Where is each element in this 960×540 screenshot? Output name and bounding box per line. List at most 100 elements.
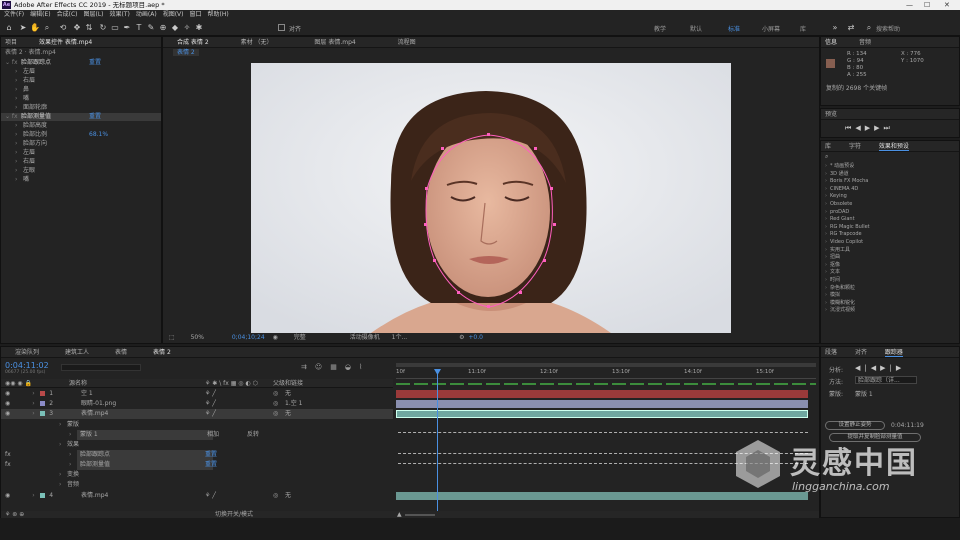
expand-icon[interactable]: › [15, 176, 23, 184]
align-checkbox[interactable] [278, 24, 285, 31]
analyze-backward-icon[interactable]: ◀ [871, 364, 880, 372]
timeline-search-input[interactable] [61, 364, 141, 371]
visibility-eye-icon[interactable]: ◉ [5, 390, 10, 397]
layer-row[interactable]: ◉ › 3 表情.mp4 ⚘ ╱ ◎ 无 [1, 409, 393, 419]
tab-character[interactable]: 字符 [849, 143, 861, 150]
fx-icon[interactable]: fx [5, 450, 11, 460]
pick-whip-icon[interactable]: ◎ [273, 389, 278, 399]
layer-name[interactable]: 表情.mp4 [81, 491, 108, 501]
expand-icon[interactable]: › [32, 491, 40, 501]
expand-icon[interactable]: › [15, 86, 23, 94]
views-select[interactable]: 1个... [392, 334, 408, 341]
snapshot-icon[interactable]: ◉ [273, 334, 278, 341]
property-row[interactable]: › 效果 [1, 440, 393, 450]
effect-row[interactable]: › 嘴 [1, 176, 161, 184]
mask-mode-select[interactable]: 相加 [207, 430, 219, 440]
effect-row[interactable]: › 右眉 [1, 77, 161, 85]
puppet-tool-icon[interactable]: ✱ [194, 23, 204, 33]
menu-item-8[interactable]: 帮助(H) [208, 11, 229, 18]
tab-audio[interactable]: 音频 [859, 39, 871, 46]
expand-icon[interactable]: › [59, 470, 67, 480]
layer-row[interactable]: ◉ › 4 表情.mp4 ⚘ ╱ ◎ 无 [1, 491, 393, 501]
expand-icon[interactable]: › [15, 131, 23, 139]
property-row[interactable]: fx › 脸部跟踪点 重置 [1, 450, 393, 460]
timeline-tab[interactable]: 建筑工人 [65, 349, 89, 356]
effect-row[interactable]: ⌄ fx 脸部跟踪点 重置 [1, 59, 161, 67]
orbit-tool-icon[interactable]: ⟲ [58, 23, 68, 33]
label-color-swatch[interactable] [40, 401, 46, 406]
property-row[interactable]: › 蒙版 1 相加 反转 [1, 430, 393, 440]
property-row[interactable]: › 变换 [1, 470, 393, 480]
brush-tool-icon[interactable]: ✎ [146, 23, 156, 33]
tab-libraries[interactable]: 库 [825, 143, 831, 150]
menu-item-2[interactable]: 合成(C) [57, 11, 78, 18]
effect-row[interactable]: › 脸部高度 [1, 122, 161, 130]
layer-switches-icon[interactable]: ⚘ ╱ [205, 389, 216, 399]
current-time[interactable]: 0;04;10;24 [232, 334, 265, 341]
timeline-timecode[interactable]: 0:04:11:02 [5, 361, 49, 370]
exposure-value[interactable]: +0.0 [468, 334, 483, 341]
method-select[interactable]: 脸部跟踪（详... [855, 376, 917, 384]
reset-exposure-icon[interactable]: ⚙ [459, 334, 464, 341]
sync-icon[interactable]: ⇄ [846, 23, 856, 33]
effect-row[interactable]: › 脸部比例 68.1% [1, 131, 161, 139]
workspace-learn[interactable]: 教学 [654, 24, 666, 33]
label-color-swatch[interactable] [40, 391, 46, 396]
comp-subtab[interactable]: 表情 2 [173, 49, 199, 56]
layer-name[interactable]: 空 1 [81, 389, 93, 399]
parent-select[interactable]: 无 [285, 389, 291, 399]
analyze-back-icon[interactable]: ◀| [855, 364, 871, 372]
effect-row[interactable]: › 脸部方向 [1, 140, 161, 148]
effect-row[interactable]: › 嘴 [1, 95, 161, 103]
analyze-next-icon[interactable]: |▶ [890, 364, 906, 372]
expand-icon[interactable]: › [15, 167, 23, 175]
layer-row[interactable]: ◉ › 2 眼睛-01.png ⚘ ╱ ◎ 1.空 1 [1, 399, 393, 409]
time-ruler[interactable]: 10f 11:10f 12:10f 13:10f 14:10f 15:10f [396, 361, 816, 389]
mask-invert-toggle[interactable]: 反转 [247, 430, 259, 440]
workspace-standard[interactable]: 标准 [728, 24, 740, 33]
maximize-icon[interactable]: ☐ [924, 0, 930, 10]
pick-whip-icon[interactable]: ◎ [273, 409, 278, 419]
layer-switches-icon[interactable]: ⚘ ╱ [205, 409, 216, 419]
mask-toggle-icon[interactable]: ⬚ [169, 334, 175, 341]
tab-effects-presets[interactable]: 效果和预设 [878, 143, 909, 151]
effect-row[interactable]: › 左眼 [1, 167, 161, 175]
roto-tool-icon[interactable]: ✧ [182, 23, 192, 33]
effect-row[interactable]: › 鼻 [1, 86, 161, 94]
expand-icon[interactable]: › [15, 95, 23, 103]
playhead[interactable] [437, 369, 438, 515]
fx-icon[interactable]: fx [5, 460, 11, 470]
expand-icon[interactable]: › [15, 158, 23, 166]
track-bar-eye[interactable] [396, 400, 808, 408]
motion-blur-icon[interactable]: ◒ [345, 363, 359, 371]
rotate-tool-icon[interactable]: ↻ [98, 23, 108, 33]
expand-icon[interactable]: ⌄ fx [5, 113, 21, 121]
layer-switches-icon[interactable]: ⚘ ╱ [205, 491, 216, 501]
effects-search[interactable]: ⌕ [821, 152, 959, 162]
visibility-eye-icon[interactable]: ◉ [5, 492, 10, 499]
timeline-tab[interactable]: 表情 [115, 349, 127, 356]
tab-info[interactable]: 信息 [825, 39, 837, 46]
property-row[interactable]: fx › 脸部测量值 重置 [1, 460, 393, 470]
tab-composition[interactable]: 合成 表情 2 [177, 39, 209, 46]
expand-icon[interactable]: › [15, 104, 23, 112]
effect-row-value[interactable]: 重置 [89, 113, 101, 121]
expand-icon[interactable]: › [69, 450, 77, 460]
expand-icon[interactable]: › [15, 77, 23, 85]
search-icon[interactable]: ⌕ [864, 23, 874, 33]
pick-whip-icon[interactable]: ◎ [273, 491, 278, 501]
effect-row-value[interactable]: 68.1% [89, 131, 108, 139]
pen-tool-icon[interactable]: ✒ [122, 23, 132, 33]
tab-effect-controls[interactable]: 效果控件 表情.mp4 [39, 39, 92, 46]
track-bar-face[interactable] [396, 410, 808, 418]
column-parent[interactable]: 父级和链接 [273, 379, 303, 388]
graph-editor-icon[interactable]: ⌇ [359, 363, 370, 371]
effects-category-item[interactable]: › 沉浸式视频 [821, 306, 959, 314]
home-icon[interactable]: ⌂ [4, 23, 14, 33]
expand-icon[interactable]: ⌄ fx [5, 59, 21, 67]
tab-paragraph[interactable]: 段落 [825, 349, 837, 356]
pan-tool-icon[interactable]: ✥ [72, 23, 82, 33]
reset-link[interactable]: 重置 [205, 450, 217, 460]
expand-icon[interactable]: › [59, 440, 67, 450]
menu-item-6[interactable]: 视图(V) [163, 11, 184, 18]
